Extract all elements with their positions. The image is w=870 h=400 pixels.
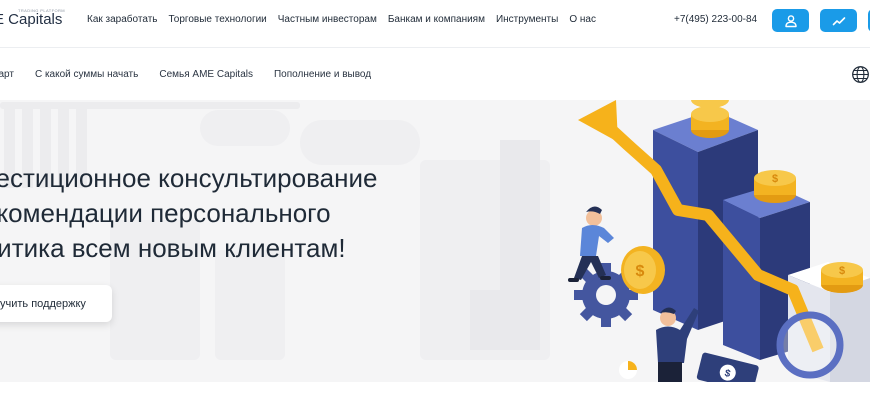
get-support-label: учить поддержку bbox=[0, 297, 86, 310]
top-header: TRADING PLATFORM E Capitals Как заработа… bbox=[0, 0, 870, 48]
logo[interactable]: TRADING PLATFORM E Capitals bbox=[0, 6, 74, 36]
svg-text:$: $ bbox=[839, 265, 845, 277]
hero-title-line-2: екомендации персонального bbox=[0, 198, 331, 228]
nav-item-tools[interactable]: Инструменты bbox=[496, 13, 558, 27]
subnav-item-min-amount[interactable]: С какой суммы начать bbox=[35, 69, 138, 81]
secondary-header: тарт С какой суммы начать Семья AME Capi… bbox=[0, 49, 870, 100]
finance-growth-illustration: $ $ $ $ bbox=[568, 100, 870, 382]
nav-item-how-to-earn[interactable]: Как заработать bbox=[87, 13, 157, 27]
svg-text:$: $ bbox=[772, 173, 778, 185]
below-hero-area bbox=[0, 382, 870, 400]
secondary-nav: тарт С какой суммы начать Семья AME Capi… bbox=[0, 69, 392, 81]
main-nav: Как заработать Торговые технологии Частн… bbox=[87, 13, 607, 27]
phone-link[interactable]: +7(495) 223-00-84 bbox=[674, 13, 757, 27]
svg-text:$: $ bbox=[636, 263, 645, 280]
nav-item-about[interactable]: О нас bbox=[569, 13, 596, 27]
trading-button[interactable] bbox=[820, 9, 857, 32]
user-icon bbox=[784, 14, 797, 27]
hero-title-line-1: вестиционное консультирование bbox=[0, 163, 378, 193]
chart-trend-icon bbox=[832, 16, 845, 25]
nav-item-banks-companies[interactable]: Банкам и компаниям bbox=[388, 13, 485, 27]
hero-title-line-3: литика всем новым клиентам! bbox=[0, 233, 346, 263]
nav-item-trading-tech[interactable]: Торговые технологии bbox=[168, 13, 266, 27]
nav-item-private-investors[interactable]: Частным инвесторам bbox=[278, 13, 377, 27]
get-support-button[interactable]: учить поддержку bbox=[0, 285, 112, 322]
account-button[interactable] bbox=[772, 9, 809, 32]
subnav-item-deposit-withdraw[interactable]: Пополнение и вывод bbox=[274, 69, 371, 81]
hero-title: вестиционное консультирование екомендаци… bbox=[0, 161, 452, 266]
logo-text: E Capitals bbox=[0, 11, 63, 28]
subnav-item-family[interactable]: Семья AME Capitals bbox=[159, 69, 253, 81]
hero-banner: вестиционное консультирование екомендаци… bbox=[0, 100, 870, 382]
globe-icon[interactable] bbox=[851, 65, 870, 84]
subnav-item-start[interactable]: тарт bbox=[0, 69, 14, 81]
